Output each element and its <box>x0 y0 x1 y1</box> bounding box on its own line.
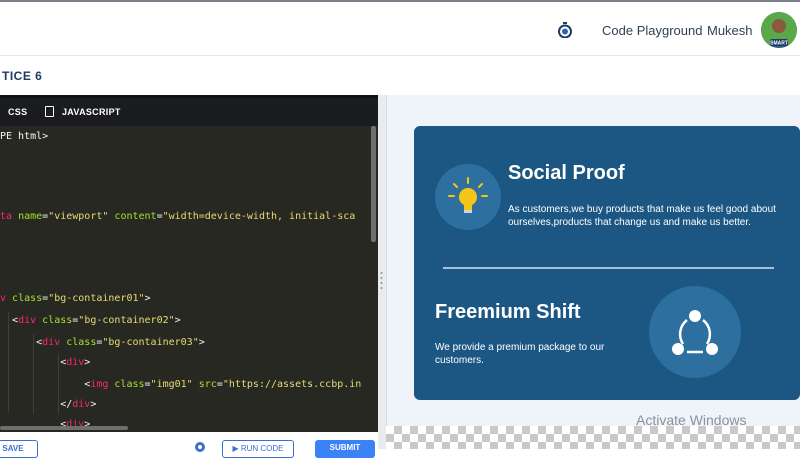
bulb-icon-circle <box>435 164 501 230</box>
code-token: div <box>66 357 85 368</box>
code-line[interactable]: ta name="viewport" content="width=device… <box>0 211 355 222</box>
indent-guide <box>33 334 34 414</box>
page-title: TICE 6 <box>2 69 43 83</box>
title-bar: TICE 6 <box>0 57 800 95</box>
share-icon <box>672 310 718 355</box>
activate-windows-watermark: Activate Windows <box>636 412 747 428</box>
save-button[interactable]: SAVE <box>0 440 38 458</box>
code-token: "width=device-width, initial-sca <box>162 211 356 222</box>
code-area[interactable]: PE html> ta name="viewport" content="widt… <box>0 126 372 426</box>
code-playground-link[interactable]: Code Playground <box>602 23 702 38</box>
submit-button[interactable]: SUBMIT <box>315 440 375 458</box>
code-token: < <box>0 419 67 426</box>
code-token: div <box>42 337 67 348</box>
code-token: > <box>198 337 205 348</box>
code-token: "https://assets.ccbp.in <box>222 379 362 390</box>
top-navbar: Code Playground Mukesh SMART <box>0 0 800 56</box>
lightbulb-icon <box>448 177 488 213</box>
vertical-scrollbar[interactable] <box>371 126 376 242</box>
code-line[interactable]: <div> <box>0 357 90 368</box>
code-line[interactable]: <img class="img01" src="https://assets.c… <box>0 379 361 390</box>
code-token: > <box>84 357 91 368</box>
code-token: img <box>90 379 115 390</box>
card-divider <box>443 267 774 269</box>
code-token: div <box>66 419 85 426</box>
code-line[interactable]: <div class="bg-container03"> <box>0 337 205 348</box>
code-token: </ <box>0 399 73 410</box>
tab-css[interactable]: CSS <box>8 107 27 117</box>
avatar-badge-text: SMART <box>770 41 788 47</box>
code-line[interactable]: v class="bg-container01"> <box>0 293 151 304</box>
indent-guide <box>58 354 59 414</box>
avatar[interactable]: SMART <box>761 12 797 48</box>
code-token: class <box>114 379 145 390</box>
code-token: < <box>0 315 19 326</box>
code-token: "viewport" <box>48 211 109 222</box>
code-editor[interactable]: CSS JAVASCRIPT PE html> ta name="viewport… <box>0 95 378 458</box>
code-token: content <box>114 211 157 222</box>
social-proof-description: As customers,we buy products that make u… <box>508 204 776 228</box>
code-token: "bg-container02" <box>78 315 175 326</box>
code-line[interactable]: PE html> <box>0 131 48 142</box>
indent-guide <box>8 312 9 412</box>
stopwatch-icon[interactable] <box>557 22 573 38</box>
user-name[interactable]: Mukesh <box>707 23 753 38</box>
code-line[interactable]: <div> <box>0 419 90 426</box>
code-token: ta <box>0 211 19 222</box>
code-token: class <box>12 293 43 304</box>
tab-javascript[interactable]: JAVASCRIPT <box>62 107 121 117</box>
freemium-shift-title: Freemium Shift <box>435 301 581 323</box>
transparent-background <box>386 426 800 449</box>
info-card: Social Proof As customers,we buy product… <box>414 126 800 400</box>
code-token: "bg-container01" <box>48 293 145 304</box>
editor-tab-bar: CSS JAVASCRIPT <box>0 98 378 126</box>
code-token: < <box>0 337 43 348</box>
file-icon <box>45 106 54 117</box>
horizontal-scrollbar[interactable] <box>0 426 128 430</box>
code-token: PE html> <box>0 131 49 142</box>
code-token: > <box>84 419 91 426</box>
code-token: v <box>0 293 13 304</box>
code-token: < <box>0 379 91 390</box>
share-icon-circle <box>649 286 741 378</box>
code-token: src <box>198 379 217 390</box>
code-token: name <box>18 211 43 222</box>
code-token: > <box>144 293 151 304</box>
code-token: div <box>72 399 91 410</box>
code-token: "img01" <box>150 379 193 390</box>
social-proof-title: Social Proof <box>508 162 625 184</box>
code-token: class <box>42 315 73 326</box>
run-code-button[interactable]: ▶ RUN CODE <box>222 440 294 458</box>
code-line[interactable]: </div> <box>0 399 96 410</box>
editor-bottom-bar: SAVE ▶ RUN CODE SUBMIT <box>0 432 378 458</box>
code-line[interactable]: <div class="bg-container02"> <box>0 315 181 326</box>
freemium-shift-description: We provide a premium package to our cust… <box>435 342 605 366</box>
code-token: "bg-container03" <box>102 337 199 348</box>
code-token: div <box>18 315 43 326</box>
drag-handle-icon[interactable] <box>380 270 383 292</box>
code-token: class <box>66 337 97 348</box>
code-token: > <box>174 315 181 326</box>
code-token: > <box>90 399 97 410</box>
gear-icon[interactable] <box>193 440 207 454</box>
